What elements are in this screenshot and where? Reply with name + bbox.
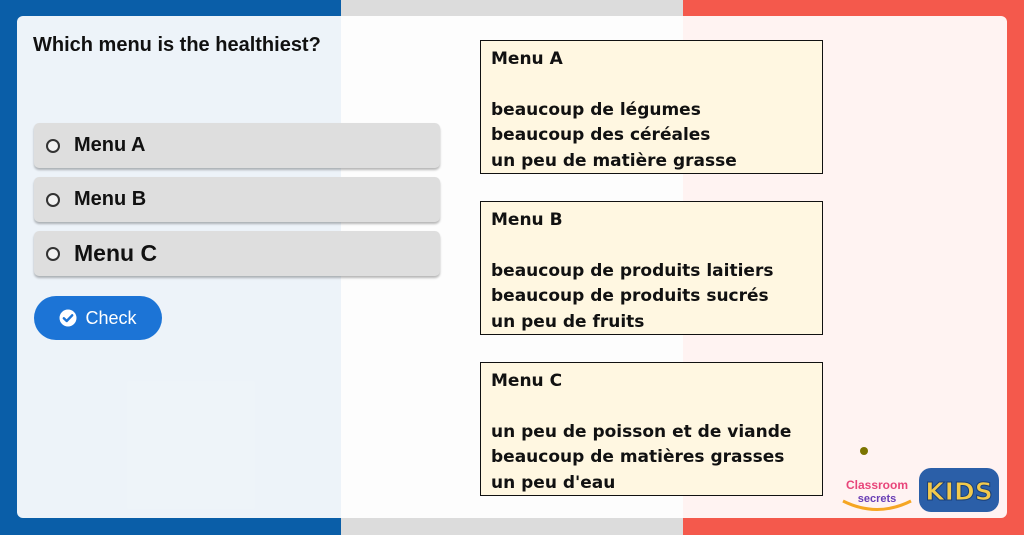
menu-item: beaucoup de matières grasses bbox=[491, 447, 785, 467]
radio-icon[interactable] bbox=[46, 246, 60, 261]
radio-icon[interactable] bbox=[46, 192, 60, 207]
logo-text-kids: KIDS bbox=[925, 477, 992, 506]
option-label: Menu A bbox=[74, 134, 146, 156]
option-label: Menu C bbox=[74, 240, 158, 266]
menu-item: un peu de fruits bbox=[491, 311, 645, 332]
menu-title: Menu C bbox=[491, 371, 563, 391]
logo-text-classroom: Classroom bbox=[846, 478, 908, 492]
logo-text-secrets: secrets bbox=[858, 493, 897, 505]
menu-card-c: Menu C un peu de poisson et de viande be… bbox=[480, 362, 823, 496]
radio-icon[interactable] bbox=[46, 138, 60, 153]
dot-marker bbox=[860, 447, 868, 455]
question-card: Which menu is the healthiest? Menu A Men… bbox=[17, 16, 1007, 518]
classroom-secrets-logo: Classroom secrets bbox=[842, 478, 912, 511]
menu-item: un peu de poisson et de viande bbox=[491, 421, 792, 442]
kids-logo: KIDS bbox=[919, 468, 999, 512]
menu-item: beaucoup de légumes bbox=[491, 99, 701, 120]
check-circle-icon bbox=[59, 309, 77, 327]
menu-item: beaucoup de produits laitiers bbox=[491, 260, 774, 281]
menu-title: Menu A bbox=[491, 49, 563, 69]
check-button-label: Check bbox=[85, 307, 137, 328]
menu-item: beaucoup de produits sucrés bbox=[491, 286, 769, 306]
menu-title: Menu B bbox=[491, 210, 563, 230]
option-menu-a[interactable]: Menu A bbox=[34, 123, 440, 168]
option-label: Menu B bbox=[74, 188, 147, 210]
option-menu-c[interactable]: Menu C bbox=[34, 231, 440, 276]
option-menu-b[interactable]: Menu B bbox=[34, 177, 440, 222]
menu-card-a: Menu A beaucoup de légumes beaucoup des … bbox=[480, 40, 823, 174]
menu-item: beaucoup des céréales bbox=[491, 125, 711, 145]
check-button[interactable]: Check bbox=[34, 296, 162, 340]
menu-item: un peu de matière grasse bbox=[491, 150, 737, 171]
menu-card-b: Menu B beaucoup de produits laitiers bea… bbox=[480, 201, 823, 335]
menu-item: un peu d'eau bbox=[491, 472, 616, 493]
question-text: Which menu is the healthiest? bbox=[33, 34, 321, 56]
